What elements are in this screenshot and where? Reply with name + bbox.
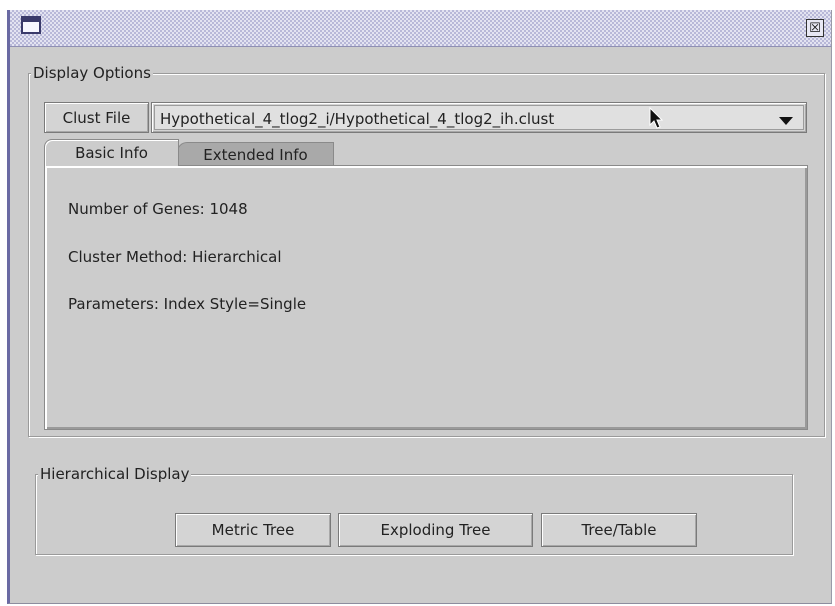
title-bar[interactable]: ☒	[10, 10, 831, 47]
parameters: Parameters: Index Style=Single	[68, 295, 307, 313]
main-window: ☒ Display Options Clust File Hypothetica…	[7, 10, 832, 604]
tree-table-button[interactable]: Tree/Table	[541, 513, 697, 547]
clust-file-value: Hypothetical_4_tlog2_i/Hypothetical_4_tl…	[160, 110, 555, 128]
mouse-pointer-icon	[649, 107, 664, 129]
window-app-icon[interactable]	[21, 16, 41, 34]
cluster-method: Cluster Method: Hierarchical	[68, 248, 282, 266]
display-options-group: Display Options Clust File Hypothetical_…	[28, 63, 825, 437]
tab-extended-info[interactable]: Extended Info	[177, 142, 334, 166]
clust-file-dropdown[interactable]: Hypothetical_4_tlog2_i/Hypothetical_4_tl…	[151, 102, 807, 133]
exploding-tree-button[interactable]: Exploding Tree	[338, 513, 533, 547]
clust-file-field[interactable]: Hypothetical_4_tlog2_i/Hypothetical_4_tl…	[154, 105, 804, 130]
close-icon[interactable]: ☒	[806, 19, 824, 37]
number-of-genes: Number of Genes: 1048	[68, 200, 248, 218]
clust-file-button[interactable]: Clust File	[44, 102, 149, 133]
tab-basic-info[interactable]: Basic Info	[44, 139, 179, 166]
basic-info-panel: Number of Genes: 1048 Cluster Method: Hi…	[44, 165, 808, 430]
display-options-legend: Display Options	[31, 63, 153, 83]
tab-basic-info-label: Basic Info	[75, 144, 148, 162]
tab-extended-info-label: Extended Info	[203, 145, 308, 164]
chevron-down-icon[interactable]	[779, 117, 793, 125]
metric-tree-button[interactable]: Metric Tree	[175, 513, 331, 547]
hierarchical-display-legend: Hierarchical Display	[38, 464, 192, 484]
hierarchical-display-group: Hierarchical Display Metric Tree Explodi…	[35, 464, 793, 555]
